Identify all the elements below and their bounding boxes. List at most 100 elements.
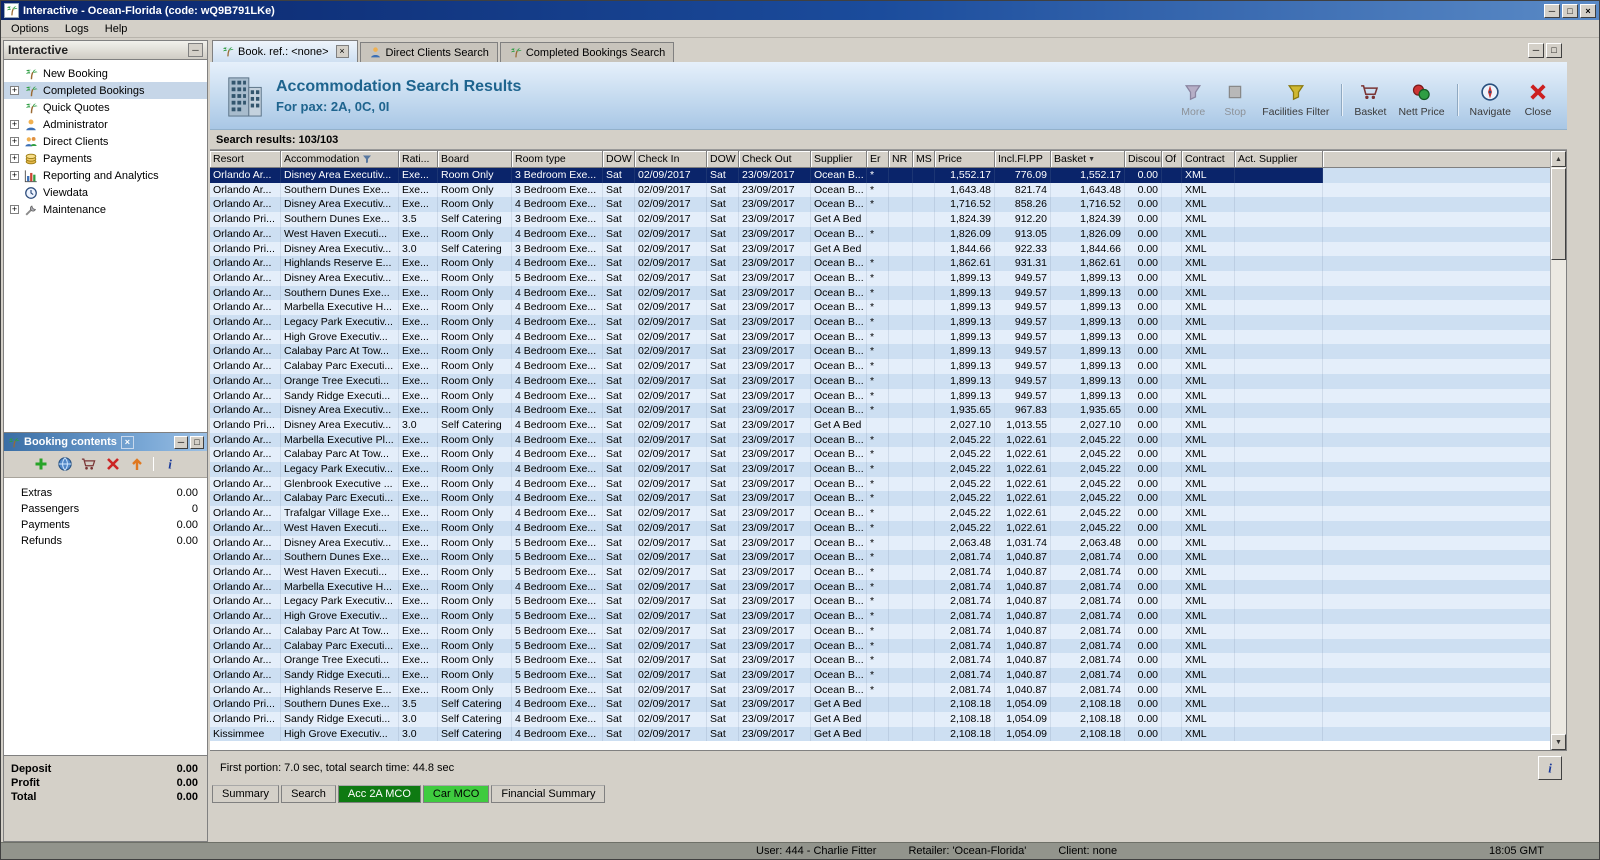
section-tab-summary[interactable]: Summary (212, 785, 279, 803)
column-header-check-out[interactable]: Check Out (739, 151, 811, 168)
table-row[interactable]: Orlando Ar...Glenbrook Executive ...Exe.… (210, 477, 1551, 492)
scroll-up-button[interactable]: ▲ (1551, 151, 1566, 167)
booking-contents-minimize-button[interactable]: ─ (174, 436, 188, 449)
tab-close-button[interactable]: × (336, 45, 349, 58)
menu-logs[interactable]: Logs (57, 21, 97, 37)
upload-icon[interactable] (129, 456, 145, 472)
sidebar-item-completed-bookings[interactable]: +Completed Bookings (4, 82, 207, 99)
tool-more[interactable]: More (1178, 82, 1208, 118)
tab-completed-bookings-search[interactable]: Completed Bookings Search (500, 42, 674, 62)
table-row[interactable]: Orlando Ar...Orange Tree Executi...Exe..… (210, 653, 1551, 668)
table-row[interactable]: Orlando Ar...West Haven Executi...Exe...… (210, 521, 1551, 536)
table-row[interactable]: Orlando Ar...Calabay Parc Executi...Exe.… (210, 639, 1551, 654)
globe-icon[interactable] (57, 456, 73, 472)
table-row[interactable]: Orlando Ar...Sandy Ridge Executi...Exe..… (210, 389, 1551, 404)
table-row[interactable]: Orlando Ar...West Haven Executi...Exe...… (210, 565, 1551, 580)
tool-basket[interactable]: Basket (1354, 82, 1386, 118)
column-header-board[interactable]: Board (438, 151, 512, 168)
menu-help[interactable]: Help (97, 21, 136, 37)
table-row[interactable]: Orlando Ar...Calabay Parc Executi...Exe.… (210, 359, 1551, 374)
column-header-room-type[interactable]: Room type (512, 151, 603, 168)
column-header-incl-fl-pp[interactable]: Incl.Fl.PP (995, 151, 1051, 168)
table-row[interactable]: Orlando Ar...Marbella Executive H...Exe.… (210, 580, 1551, 595)
menu-options[interactable]: Options (3, 21, 57, 37)
expand-toggle-icon[interactable]: + (10, 205, 19, 214)
column-header-nr[interactable]: NR (889, 151, 913, 168)
scroll-thumb[interactable] (1551, 168, 1566, 260)
column-header-rati[interactable]: Rati... (399, 151, 438, 168)
booking-contents-maximize-button[interactable]: □ (190, 436, 204, 449)
table-row[interactable]: Orlando Ar...Legacy Park Executiv...Exe.… (210, 462, 1551, 477)
expand-toggle-icon[interactable]: + (10, 86, 19, 95)
section-tab-financial-summary[interactable]: Financial Summary (491, 785, 605, 803)
column-header-check-in[interactable]: Check In (635, 151, 707, 168)
delete-icon[interactable] (105, 456, 121, 472)
section-tab-acc-2a-mco[interactable]: Acc 2A MCO (338, 785, 421, 803)
table-row[interactable]: Orlando Ar...Southern Dunes Exe...Exe...… (210, 550, 1551, 565)
info-icon[interactable]: i (162, 456, 178, 472)
tool-nett-price[interactable]: Nett Price (1398, 82, 1444, 118)
table-row[interactable]: Orlando Ar...Sandy Ridge Executi...Exe..… (210, 668, 1551, 683)
column-header-of[interactable]: Of (1162, 151, 1182, 168)
table-row[interactable]: Orlando Ar...High Grove Executiv...Exe..… (210, 609, 1551, 624)
expand-toggle-icon[interactable]: + (10, 154, 19, 163)
table-row[interactable]: Orlando Pri...Disney Area Executiv...3.0… (210, 418, 1551, 433)
column-header-er[interactable]: Er (867, 151, 889, 168)
scroll-down-button[interactable]: ▼ (1551, 734, 1566, 750)
table-row[interactable]: Orlando Ar...Legacy Park Executiv...Exe.… (210, 594, 1551, 609)
expand-toggle-icon[interactable]: + (10, 171, 19, 180)
sidebar-item-administrator[interactable]: +Administrator (4, 116, 207, 133)
table-row[interactable]: Orlando Ar...Calabay Parc At Tow...Exe..… (210, 624, 1551, 639)
column-header-dow[interactable]: DOW (603, 151, 635, 168)
sidebar-item-maintenance[interactable]: +Maintenance (4, 201, 207, 218)
cart-icon[interactable] (81, 456, 97, 472)
booking-contents-close-button[interactable]: × (121, 436, 134, 449)
column-header-contract[interactable]: Contract (1182, 151, 1235, 168)
vertical-scrollbar[interactable]: ▲ ▼ (1550, 151, 1566, 750)
table-row[interactable]: Orlando Ar...Marbella Executive H...Exe.… (210, 300, 1551, 315)
table-row[interactable]: Orlando Ar...Calabay Parc At Tow...Exe..… (210, 447, 1551, 462)
table-row[interactable]: Orlando Ar...Disney Area Executiv...Exe.… (210, 197, 1551, 212)
table-row[interactable]: Orlando Ar...Calabay Parc At Tow...Exe..… (210, 344, 1551, 359)
add-icon[interactable] (33, 456, 49, 472)
sidebar-item-viewdata[interactable]: Viewdata (4, 184, 207, 201)
column-header-discount[interactable]: Discount (1125, 151, 1162, 168)
column-header-dow[interactable]: DOW (707, 151, 739, 168)
info-button[interactable]: i (1538, 756, 1562, 780)
sidebar-item-new-booking[interactable]: New Booking (4, 65, 207, 82)
column-header-resort[interactable]: Resort (210, 151, 281, 168)
column-header-accommodation[interactable]: Accommodation (281, 151, 399, 168)
table-row[interactable]: Orlando Ar...Highlands Reserve E...Exe..… (210, 683, 1551, 698)
tool-close[interactable]: Close (1523, 82, 1553, 118)
expand-toggle-icon[interactable]: + (10, 120, 19, 129)
table-row[interactable]: Orlando Ar...Orange Tree Executi...Exe..… (210, 374, 1551, 389)
table-row[interactable]: Orlando Ar...High Grove Executiv...Exe..… (210, 330, 1551, 345)
mdi-minimize-button[interactable]: ─ (1528, 43, 1544, 58)
minimize-button[interactable]: ─ (1544, 4, 1560, 18)
table-row[interactable]: Orlando Ar...Calabay Parc Executi...Exe.… (210, 491, 1551, 506)
table-row[interactable]: Orlando Ar...Southern Dunes Exe...Exe...… (210, 286, 1551, 301)
tool-stop[interactable]: Stop (1220, 82, 1250, 118)
sidebar-item-reporting-and-analytics[interactable]: +Reporting and Analytics (4, 167, 207, 184)
table-row[interactable]: Orlando Pri...Sandy Ridge Executi...3.0S… (210, 712, 1551, 727)
mdi-restore-button[interactable]: □ (1546, 43, 1562, 58)
table-row[interactable]: Orlando Ar...Disney Area Executiv...Exe.… (210, 403, 1551, 418)
sidebar-item-payments[interactable]: +Payments (4, 150, 207, 167)
column-header-basket[interactable]: Basket▼ (1051, 151, 1125, 168)
tool-navigate[interactable]: Navigate (1470, 82, 1511, 118)
table-row[interactable]: Orlando Ar...Disney Area Executiv...Exe.… (210, 536, 1551, 551)
table-row[interactable]: Orlando Ar...Highlands Reserve E...Exe..… (210, 256, 1551, 271)
sidebar-item-quick-quotes[interactable]: Quick Quotes (4, 99, 207, 116)
sidebar-item-direct-clients[interactable]: +Direct Clients (4, 133, 207, 150)
restore-button[interactable]: □ (1562, 4, 1578, 18)
table-row[interactable]: Orlando Ar...West Haven Executi...Exe...… (210, 227, 1551, 242)
tool-facilities-filter[interactable]: Facilities Filter (1262, 82, 1329, 118)
table-row[interactable]: Orlando Ar...Southern Dunes Exe...Exe...… (210, 183, 1551, 198)
close-button[interactable]: × (1580, 4, 1596, 18)
section-tab-car-mco[interactable]: Car MCO (423, 785, 489, 803)
table-row[interactable]: Orlando Pri...Southern Dunes Exe...3.5Se… (210, 697, 1551, 712)
tab-direct-clients-search[interactable]: Direct Clients Search (360, 42, 498, 62)
table-row[interactable]: Orlando Ar...Legacy Park Executiv...Exe.… (210, 315, 1551, 330)
column-filter-icon[interactable] (362, 154, 372, 164)
tab-book-ref-none[interactable]: Book. ref.: <none>× (212, 40, 358, 62)
